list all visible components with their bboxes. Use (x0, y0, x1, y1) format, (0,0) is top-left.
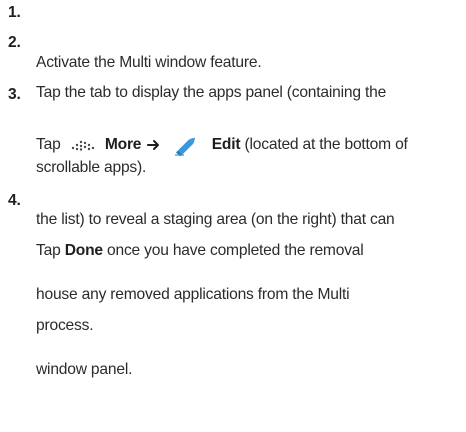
step-text-tap: Tap (36, 242, 61, 259)
step-number: 3. (8, 86, 21, 103)
step-line: Tap More Edit (located at the bottom of (36, 132, 466, 157)
right-arrow-icon (147, 139, 161, 151)
instruction-list: 1. Activate the Multi window feature. 2.… (0, 0, 466, 378)
step-text: Tap Done once you have completed the rem… (36, 188, 466, 388)
step-line: process. (36, 317, 94, 334)
step-line: Tap Done once you have completed the rem… (36, 238, 466, 263)
step-number: 2. (8, 34, 21, 51)
step-text-suffix: once you have completed the removal (107, 242, 364, 259)
step-text-suffix: (located at the bottom of (244, 136, 408, 153)
more-dots-icon (71, 139, 97, 151)
done-label: Done (64, 242, 103, 259)
step-number: 1. (8, 4, 21, 21)
step-text-tap: Tap (36, 136, 61, 153)
edit-label: Edit (211, 136, 241, 153)
step-number: 4. (8, 192, 21, 209)
pencil-edit-icon (174, 134, 200, 156)
more-label: More (104, 136, 142, 153)
